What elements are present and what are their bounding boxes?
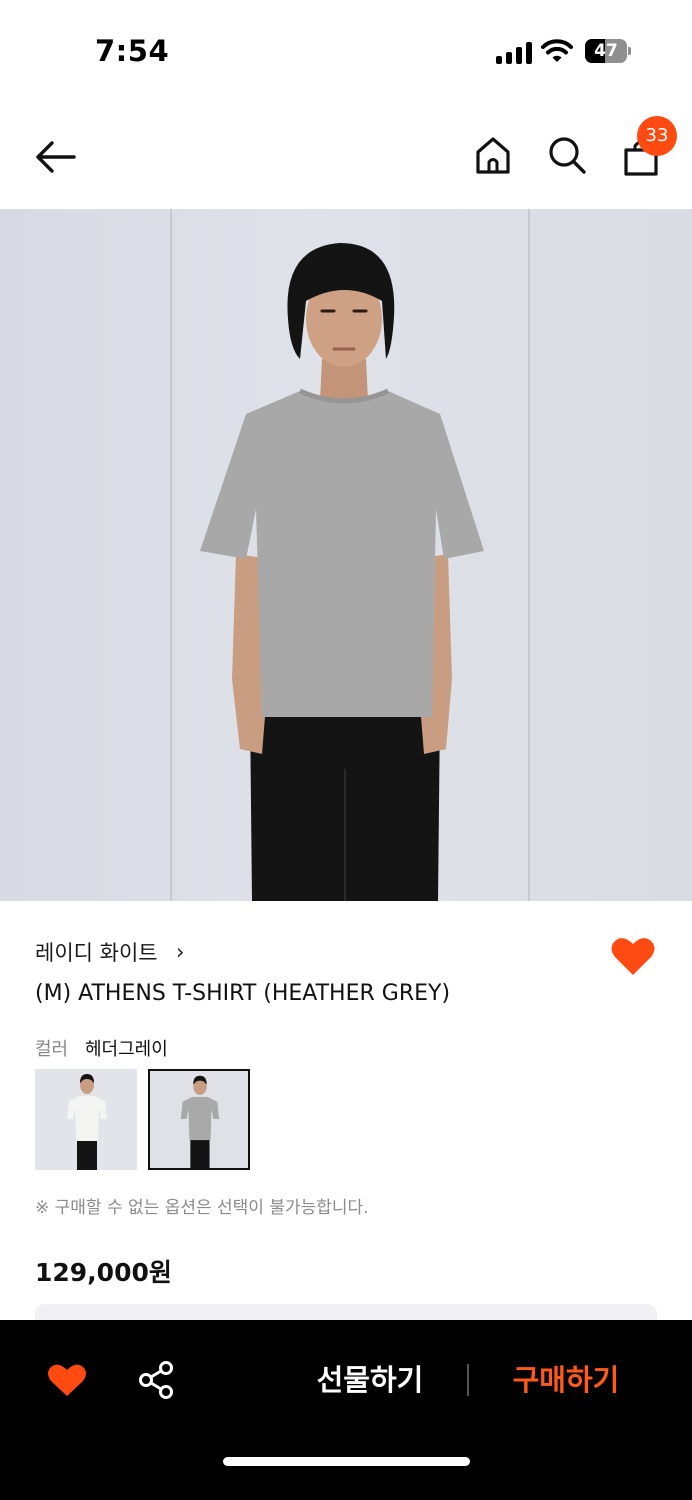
color-swatch-heather-grey[interactable]: [148, 1069, 250, 1170]
color-swatch-white[interactable]: [35, 1069, 137, 1170]
heart-icon[interactable]: [610, 935, 656, 977]
top-navigation: [0, 110, 692, 205]
bottom-action-bar: 선물하기 구매하기: [0, 1320, 692, 1500]
heart-icon[interactable]: [47, 1362, 87, 1398]
color-label: 컬러: [35, 1039, 69, 1060]
cart-count-badge: 33: [637, 116, 677, 156]
gift-button[interactable]: 선물하기: [300, 1358, 440, 1402]
status-time: 7:54: [95, 34, 170, 68]
battery-level-text: 47: [594, 41, 618, 61]
product-title: (M) ATHENS T-SHIRT (HEATHER GREY): [35, 981, 451, 1006]
divider: [467, 1364, 469, 1396]
color-value: 헤더그레이: [85, 1039, 168, 1060]
search-icon[interactable]: [544, 132, 590, 178]
wall-seam: [528, 209, 530, 901]
price: 129,000원: [35, 1258, 172, 1287]
model-photo: [200, 243, 484, 901]
product-image[interactable]: [0, 209, 692, 901]
battery-icon: 47: [585, 39, 631, 63]
share-icon[interactable]: [136, 1360, 176, 1400]
option-notice: ※ 구매할 수 없는 옵션은 선택이 불가능합니다.: [35, 1198, 369, 1218]
wifi-icon: [541, 39, 573, 62]
cellular-signal-icon: [496, 42, 532, 64]
wall-seam: [170, 209, 172, 901]
home-indicator[interactable]: [223, 1457, 470, 1466]
buy-button[interactable]: 구매하기: [496, 1358, 636, 1402]
home-icon[interactable]: [470, 132, 516, 178]
status-bar: 7:54 47: [0, 0, 692, 100]
brand-link[interactable]: 레이디 화이트: [35, 937, 158, 967]
chevron-right-icon[interactable]: ›: [176, 940, 184, 964]
back-arrow-icon[interactable]: [30, 134, 82, 180]
